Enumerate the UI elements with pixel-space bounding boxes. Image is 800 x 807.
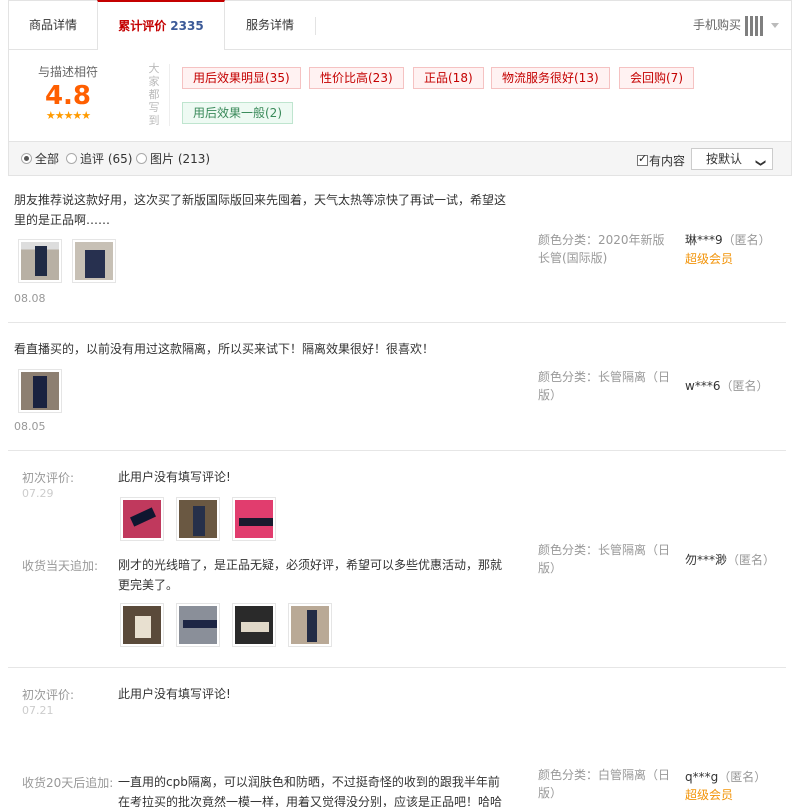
review-photo[interactable] <box>18 369 62 413</box>
reviewer-name: w***6（匿名） <box>685 377 768 395</box>
reviewer-name: 琳***9（匿名） <box>685 231 771 249</box>
tag-value-for-money[interactable]: 性价比高(23) <box>309 67 404 89</box>
rating-summary: 与描述相符 4.8 ★★★★★ 大家都写到 用后效果明显(35) 性价比高(23… <box>8 50 792 142</box>
review-sku: 颜色分类：2020年新版长管(国际版) <box>538 233 665 265</box>
review-text: 此用户没有填写评论! <box>118 687 231 701</box>
anonymous-tag: （匿名） <box>727 553 776 567</box>
review-photo[interactable] <box>232 603 276 647</box>
review-photo[interactable] <box>176 497 220 541</box>
review-sku: 颜色分类：白管隔离（日版） <box>538 768 671 800</box>
review-text: 看直播买的，以前没有用过这款隔离，所以买来试下！隔离效果很好！很喜欢！ <box>14 342 435 356</box>
anonymous-tag: （匿名） <box>720 379 769 393</box>
tags-caption: 大家都写到 <box>148 62 160 127</box>
filter-all-radio[interactable]: 全部 <box>21 152 59 166</box>
tag-logistics-good[interactable]: 物流服务很好(13) <box>491 67 610 89</box>
reviewer-nick: q***g <box>685 770 719 784</box>
review-item: 初次评价: 07.29 此用户没有填写评论! 收货当天追加: 刚才的光线暗了，是… <box>8 451 786 668</box>
append-review-label: 收货20天后追加: <box>22 776 114 790</box>
tab-product-details[interactable]: 商品详情 <box>9 1 97 50</box>
review-text: 此用户没有填写评论! <box>118 470 231 484</box>
filter-append-label: 追评 (65) <box>80 152 133 166</box>
review-photo[interactable] <box>232 497 276 541</box>
vip-badge: 超级会员 <box>685 252 734 266</box>
sort-select[interactable]: 按默认 ❯ <box>691 148 773 170</box>
mobile-buy-label: 手机购买 <box>692 18 741 32</box>
first-review-label: 初次评价: <box>22 471 75 485</box>
divider <box>169 64 170 126</box>
review-photo[interactable] <box>120 603 164 647</box>
tag-will-repurchase[interactable]: 会回购(7) <box>619 67 694 89</box>
mobile-buy[interactable]: 手机购买 <box>693 1 779 50</box>
review-item: 朋友推荐说这款好用，这次买了新版国际版回来先囤着，天气太热等凉快了再试一试，希望… <box>8 176 786 323</box>
tag-effect-average[interactable]: 用后效果一般(2) <box>182 102 293 124</box>
tab-divider <box>315 17 316 35</box>
first-review-label: 初次评价: <box>22 688 75 702</box>
tab-service-details[interactable]: 服务详情 <box>225 1 315 50</box>
tag-effect-obvious[interactable]: 用后效果明显(35) <box>182 67 301 89</box>
tab-bar: 商品详情 累计评价 2335 服务详情 手机购买 <box>8 0 792 51</box>
anonymous-tag: （匿名） <box>722 233 771 247</box>
sort-label: 按默认 <box>706 152 743 166</box>
filter-pictures-label: 图片 (213) <box>150 152 211 166</box>
review-photo[interactable] <box>120 497 164 541</box>
reviewer-nick: 琳***9 <box>685 233 723 247</box>
append-review-text: 一直用的cpb隔离，可以润肤色和防晒，不过挺奇怪的收到的跟我半年前在考拉买的批次… <box>118 775 503 807</box>
qr-code-icon <box>745 15 765 36</box>
reviews-count: 2335 <box>170 19 204 33</box>
checkbox-checked-icon <box>637 152 648 166</box>
filter-all-label: 全部 <box>35 152 60 166</box>
has-content-label: 有内容 <box>649 154 686 168</box>
tab-reviews-label: 累计评价 <box>118 19 167 33</box>
reviewer-nick: w***6 <box>685 379 721 393</box>
review-date: 07.29 <box>22 487 54 500</box>
chevron-down-icon: ❯ <box>754 158 766 168</box>
filter-pictures-radio[interactable]: 图片 (213) <box>136 152 210 166</box>
radio-icon <box>66 153 77 164</box>
review-item: 初次评价: 07.21 此用户没有填写评论! 收货20天后追加: 一直用的cpb… <box>8 668 786 807</box>
has-content-checkbox[interactable]: 有内容 <box>637 152 685 169</box>
reviewer-name: q***g（匿名） <box>685 768 766 786</box>
review-text: 朋友推荐说这款好用，这次买了新版国际版回来先囤着，天气太热等凉快了再试一试，希望… <box>14 193 507 227</box>
vip-badge: 超级会员 <box>685 788 734 802</box>
append-review-text: 刚才的光线暗了，是正品无疑，必须好评，希望可以多些优惠活动，那就更完美了。 <box>118 558 503 592</box>
review-item: 看直播买的，以前没有用过这款隔离，所以买来试下！隔离效果很好！很喜欢！ 08.0… <box>8 323 786 451</box>
radio-selected-icon <box>21 153 32 164</box>
review-filter-bar: 全部 追评 (65) 图片 (213) 有内容 按默认 ❯ <box>8 142 792 176</box>
reviewer-name: 勿***渺（匿名） <box>685 551 775 569</box>
chevron-down-icon <box>771 23 779 28</box>
review-date: 08.05 <box>14 420 46 433</box>
filter-append-radio[interactable]: 追评 (65) <box>66 152 132 166</box>
tab-reviews[interactable]: 累计评价 2335 <box>97 0 225 51</box>
review-photo[interactable] <box>288 603 332 647</box>
star-rating-icon: ★★★★★ <box>45 109 91 122</box>
review-date: 08.08 <box>14 292 46 305</box>
tag-genuine[interactable]: 正品(18) <box>413 67 484 89</box>
review-sku: 颜色分类：长管隔离（日版） <box>538 370 671 402</box>
review-photo[interactable] <box>72 239 116 283</box>
review-photo[interactable] <box>18 239 62 283</box>
append-review-label: 收货当天追加: <box>22 559 99 573</box>
review-sku: 颜色分类：长管隔离（日版） <box>538 543 671 575</box>
score-box: 与描述相符 4.8 ★★★★★ <box>9 50 127 142</box>
score-label: 与描述相符 <box>37 65 98 79</box>
anonymous-tag: （匿名） <box>718 770 767 784</box>
radio-icon <box>136 153 147 164</box>
review-photo[interactable] <box>176 603 220 647</box>
score-value: 4.8 <box>44 81 92 111</box>
reviewer-nick: 勿***渺 <box>685 553 728 567</box>
review-date: 07.21 <box>22 704 54 717</box>
